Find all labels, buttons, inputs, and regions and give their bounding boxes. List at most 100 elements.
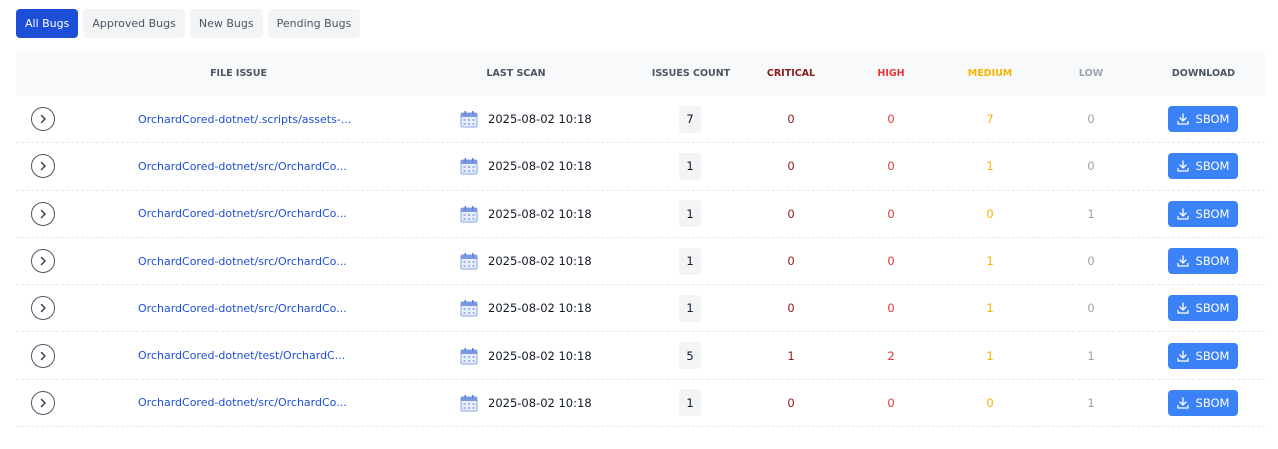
issues-count-badge: 7 (679, 105, 701, 133)
header-last-scan: LAST SCAN (486, 68, 546, 79)
chevron-right-icon (38, 256, 48, 266)
expand-cell (31, 96, 57, 142)
critical-count: 0 (787, 159, 795, 174)
last-scan-cell: 2025-08-02 10:18 (460, 238, 640, 284)
issues-count-badge: 1 (679, 294, 701, 322)
low-count: 0 (1087, 254, 1095, 269)
low-count: 0 (1087, 159, 1095, 174)
file-issue-link[interactable]: OrchardCored-dotnet/src/OrchardCo... (138, 255, 347, 268)
medium-count: 1 (986, 348, 994, 363)
critical-count: 1 (787, 348, 795, 363)
chevron-right-icon (38, 161, 48, 171)
table-row: OrchardCored-dotnet/test/OrchardC... 202… (16, 332, 1265, 380)
high-count: 2 (887, 348, 895, 363)
expand-row-button[interactable] (31, 201, 55, 226)
expand-row-button[interactable] (31, 296, 55, 321)
file-issue-link[interactable]: OrchardCored-dotnet/src/OrchardCo... (138, 207, 347, 220)
file-issue-cell: OrchardCored-dotnet/src/OrchardCo... (138, 238, 438, 284)
expand-row-button[interactable] (31, 249, 55, 274)
expand-row-button[interactable] (31, 390, 55, 415)
sbom-label: SBOM (1195, 348, 1230, 363)
high-count: 0 (887, 159, 895, 174)
sbom-label: SBOM (1195, 395, 1230, 410)
high-count: 0 (887, 395, 895, 410)
critical-count: 0 (787, 254, 795, 269)
calendar-icon (460, 252, 478, 270)
filter-tabs: All Bugs Approved Bugs New Bugs Pending Bug… (16, 9, 361, 38)
sbom-download-button[interactable]: SBOM (1168, 200, 1238, 227)
file-issue-cell: OrchardCored-dotnet/src/OrchardCo... (138, 285, 438, 331)
calendar-icon (460, 110, 478, 128)
expand-row-button[interactable] (31, 107, 55, 132)
calendar-icon (460, 347, 478, 365)
download-cell: SBOM (1168, 285, 1238, 331)
medium-count: 1 (986, 159, 994, 174)
tab-all-bugs[interactable]: All Bugs (16, 9, 79, 38)
expand-cell (31, 191, 57, 237)
file-issue-cell: OrchardCored-dotnet/src/OrchardCo... (138, 143, 438, 189)
header-medium: MEDIUM (967, 68, 1013, 79)
critical-count: 0 (787, 301, 795, 316)
file-issue-cell: OrchardCored-dotnet/.scripts/assets-... (138, 96, 438, 142)
file-issue-link[interactable]: OrchardCored-dotnet/src/OrchardCo... (138, 160, 347, 173)
file-issue-link[interactable]: OrchardCored-dotnet/.scripts/assets-... (138, 113, 351, 126)
file-issue-link[interactable]: OrchardCored-dotnet/src/OrchardCo... (138, 396, 347, 409)
medium-count: 1 (986, 301, 994, 316)
header-issues-count: ISSUES COUNT (651, 68, 731, 79)
issues-count-badge: 5 (679, 342, 701, 370)
header-high: HIGH (877, 68, 905, 79)
table-header: FILE ISSUE LAST SCAN ISSUES COUNT CRITIC… (16, 51, 1265, 96)
last-scan-cell: 2025-08-02 10:18 (460, 332, 640, 378)
issues-count-badge: 1 (679, 200, 701, 228)
download-icon (1176, 255, 1189, 267)
sbom-download-button[interactable]: SBOM (1168, 153, 1238, 180)
chevron-right-icon (38, 351, 48, 361)
last-scan-date: 2025-08-02 10:18 (488, 301, 592, 316)
table-row: OrchardCored-dotnet/.scripts/assets-... … (16, 96, 1265, 144)
download-icon (1176, 113, 1189, 125)
expand-row-button[interactable] (31, 343, 55, 368)
last-scan-date: 2025-08-02 10:18 (488, 206, 592, 221)
file-issue-cell: OrchardCored-dotnet/test/OrchardC... (138, 332, 438, 378)
header-file-issue: FILE ISSUE (210, 68, 267, 79)
chevron-right-icon (38, 114, 48, 124)
expand-row-button[interactable] (31, 154, 55, 179)
sbom-download-button[interactable]: SBOM (1168, 295, 1238, 322)
medium-count: 0 (986, 206, 994, 221)
header-download: DOWNLOAD (1171, 68, 1236, 79)
issues-count-badge: 1 (679, 152, 701, 180)
critical-count: 0 (787, 206, 795, 221)
sbom-download-button[interactable]: SBOM (1168, 342, 1238, 369)
high-count: 0 (887, 254, 895, 269)
tab-pending-bugs[interactable]: Pending Bugs (267, 9, 361, 38)
last-scan-date: 2025-08-02 10:18 (488, 348, 592, 363)
table-row: OrchardCored-dotnet/src/OrchardCo... 202… (16, 191, 1265, 238)
high-count: 0 (887, 206, 895, 221)
tab-new-bugs[interactable]: New Bugs (189, 9, 263, 38)
sbom-download-button[interactable]: SBOM (1168, 389, 1238, 416)
tab-approved-bugs[interactable]: Approved Bugs (83, 9, 185, 38)
issues-count-badge: 1 (679, 247, 701, 275)
last-scan-cell: 2025-08-02 10:18 (460, 143, 640, 189)
download-icon (1176, 397, 1189, 409)
expand-cell (31, 380, 57, 426)
download-cell: SBOM (1168, 191, 1238, 237)
expand-cell (31, 143, 57, 189)
last-scan-date: 2025-08-02 10:18 (488, 112, 592, 127)
low-count: 1 (1087, 348, 1095, 363)
sbom-download-button[interactable]: SBOM (1168, 106, 1238, 133)
medium-count: 7 (986, 112, 994, 127)
last-scan-cell: 2025-08-02 10:18 (460, 191, 640, 237)
issues-count-cell: 1 (671, 191, 709, 237)
file-issue-link[interactable]: OrchardCored-dotnet/test/OrchardC... (138, 349, 345, 362)
last-scan-cell: 2025-08-02 10:18 (460, 285, 640, 331)
sbom-download-button[interactable]: SBOM (1168, 248, 1238, 275)
medium-count: 0 (986, 395, 994, 410)
download-cell: SBOM (1168, 96, 1238, 142)
last-scan-cell: 2025-08-02 10:18 (460, 380, 640, 426)
download-cell: SBOM (1168, 143, 1238, 189)
file-issue-cell: OrchardCored-dotnet/src/OrchardCo... (138, 380, 438, 426)
download-icon (1176, 160, 1189, 173)
table-row: OrchardCored-dotnet/src/OrchardCo... 202… (16, 143, 1265, 191)
file-issue-link[interactable]: OrchardCored-dotnet/src/OrchardCo... (138, 302, 347, 315)
